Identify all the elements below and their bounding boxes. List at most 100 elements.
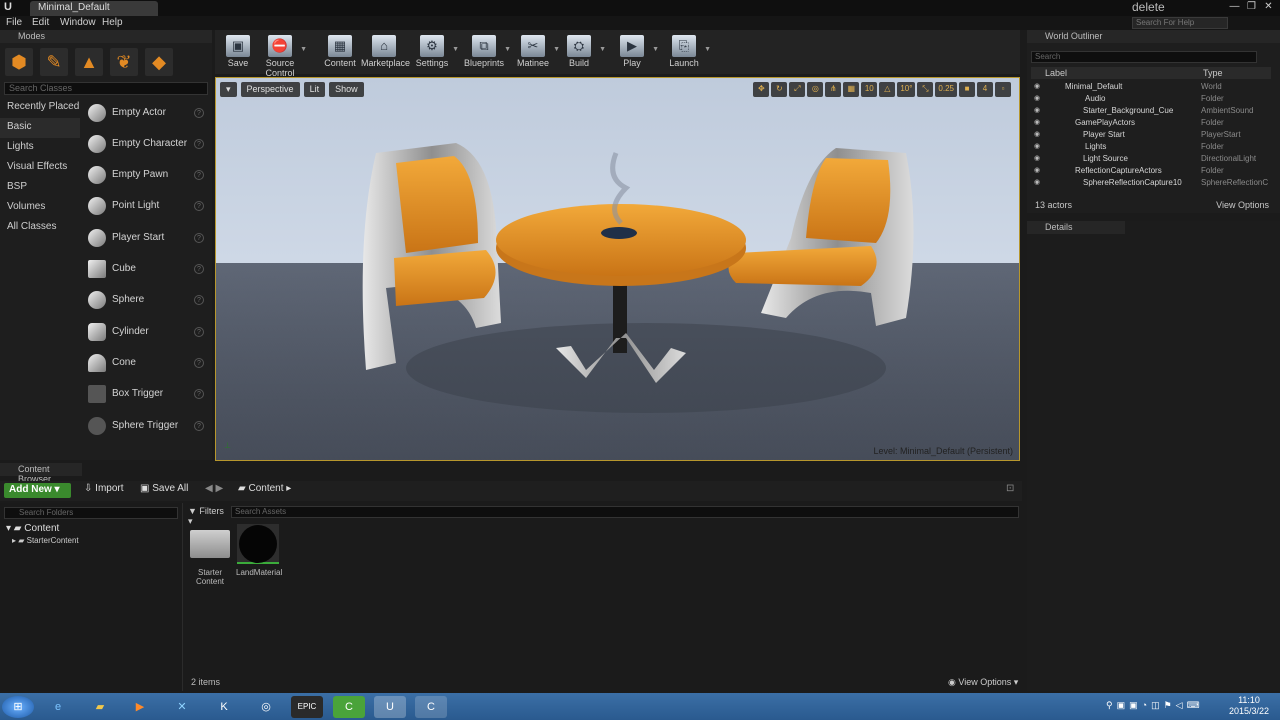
search-classes-input[interactable]: Search Classes xyxy=(4,82,208,95)
eye-icon[interactable]: ◉ xyxy=(1034,166,1040,174)
menu-edit[interactable]: Edit xyxy=(32,17,49,28)
import-button[interactable]: ⇩ Import xyxy=(84,483,124,498)
tray-app-icon[interactable]: ▣ xyxy=(1129,700,1138,711)
eye-icon[interactable]: ◉ xyxy=(1034,130,1040,138)
help-icon[interactable]: ? xyxy=(194,139,204,149)
category-recently-placed[interactable]: Recently Placed xyxy=(0,98,80,118)
help-search-input[interactable]: Search For Help xyxy=(1132,17,1228,29)
help-icon[interactable]: ? xyxy=(194,358,204,368)
category-all-classes[interactable]: All Classes xyxy=(0,218,80,238)
help-icon[interactable]: ? xyxy=(194,295,204,305)
outliner-view-options[interactable]: View Options xyxy=(1216,200,1269,210)
play-button[interactable]: ▶ Play ▼ xyxy=(609,30,655,74)
eye-icon[interactable]: ◉ xyxy=(1034,118,1040,126)
content-browser-title[interactable]: Content Browser xyxy=(0,463,82,476)
tray-app-icon[interactable]: ◔ xyxy=(1142,700,1147,711)
filters-button[interactable]: ▼ Filters ▾ xyxy=(188,506,228,518)
outliner-row[interactable]: ◉ Player Start PlayerStart xyxy=(1031,129,1271,141)
outliner-row[interactable]: ◉ ReflectionCaptureActors Folder xyxy=(1031,165,1271,177)
source-control-button[interactable]: ⛔ Source Control ▼ xyxy=(257,30,303,74)
tree-root-content[interactable]: ▾ ▰ Content xyxy=(6,523,59,534)
place-mode-icon[interactable]: ⬢ xyxy=(5,48,33,76)
ime-icon[interactable]: ⌨ xyxy=(1187,700,1200,711)
asset-tile[interactable]: Starter Content xyxy=(188,524,232,586)
epic-launcher-icon[interactable]: EPIC xyxy=(291,696,323,718)
help-icon[interactable]: ? xyxy=(194,264,204,274)
place-item-cylinder[interactable]: Cylinder? xyxy=(84,318,208,346)
lock-icon[interactable]: ⊡ xyxy=(1006,483,1014,498)
help-icon[interactable]: ? xyxy=(194,327,204,337)
viewport-menu-button[interactable]: ▾ xyxy=(220,82,237,97)
flag-icon[interactable]: ⚑ xyxy=(1164,700,1172,711)
rotation-snap-icon[interactable]: △ xyxy=(879,82,895,97)
tray-app-icon[interactable]: ▣ xyxy=(1117,700,1126,711)
paint-mode-icon[interactable]: ✎ xyxy=(40,48,68,76)
category-lights[interactable]: Lights xyxy=(0,138,80,158)
grid-snap-value[interactable]: 10 xyxy=(861,82,877,97)
surface-snap-icon[interactable]: ⋔ xyxy=(825,82,841,97)
ie-icon[interactable]: e xyxy=(42,696,74,718)
col-label[interactable]: Label xyxy=(1045,68,1067,78)
k-app-icon[interactable]: K xyxy=(208,696,240,718)
outliner-row[interactable]: ◉ Starter_Background_Cue AmbientSound xyxy=(1031,105,1271,117)
maximize-viewport-icon[interactable]: ▫ xyxy=(995,82,1011,97)
category-visual-effects[interactable]: Visual Effects xyxy=(0,158,80,178)
maximize-button[interactable]: ❐ xyxy=(1244,0,1259,13)
category-basic[interactable]: Basic xyxy=(0,118,80,138)
camera-speed-value[interactable]: 4 xyxy=(977,82,993,97)
path-breadcrumb[interactable]: ▰ Content ▸ xyxy=(238,483,291,498)
launch-button[interactable]: ⎘ Launch ▼ xyxy=(661,30,707,74)
xsplit-icon[interactable]: ✕ xyxy=(166,696,198,718)
geometry-mode-icon[interactable]: ◆ xyxy=(145,48,173,76)
eye-icon[interactable]: ◉ xyxy=(1034,154,1040,162)
world-local-icon[interactable]: ◎ xyxy=(807,82,823,97)
menu-help[interactable]: Help xyxy=(102,17,123,28)
menu-file[interactable]: File xyxy=(6,17,22,28)
outliner-row[interactable]: ◉ GamePlayActors Folder xyxy=(1031,117,1271,129)
outliner-row[interactable]: ◉ Lights Folder xyxy=(1031,141,1271,153)
place-item-sphere[interactable]: Sphere? xyxy=(84,286,208,314)
build-button[interactable]: ⛭ Build ▼ xyxy=(556,30,602,74)
lit-button[interactable]: Lit xyxy=(304,82,326,97)
landscape-mode-icon[interactable]: ▲ xyxy=(75,48,103,76)
eye-icon[interactable]: ◉ xyxy=(1034,82,1040,90)
minimize-button[interactable]: — xyxy=(1227,0,1242,13)
unreal-editor-icon[interactable]: U xyxy=(374,696,406,718)
search-assets-input[interactable]: Search Assets xyxy=(231,506,1019,518)
outliner-row[interactable]: ◉ SphereReflectionCapture10 SphereReflecti… xyxy=(1031,177,1271,189)
scale-icon[interactable]: ⤢ xyxy=(789,82,805,97)
outliner-row[interactable]: ◉ Minimal_Default World xyxy=(1031,81,1271,93)
place-item-cone[interactable]: Cone? xyxy=(84,349,208,377)
outliner-row[interactable]: ◉ Light Source DirectionalLight xyxy=(1031,153,1271,165)
eye-icon[interactable]: ◉ xyxy=(1034,94,1040,102)
scale-snap-value[interactable]: 0.25 xyxy=(935,82,957,97)
close-button[interactable]: ✕ xyxy=(1261,0,1276,13)
volume-icon[interactable]: ◁ xyxy=(1176,700,1183,711)
outliner-row[interactable]: ◉ Audio Folder xyxy=(1031,93,1271,105)
media-player-icon[interactable]: ▶ xyxy=(124,696,156,718)
start-orb-icon[interactable]: ⊞ xyxy=(2,696,34,718)
place-item-point-light[interactable]: Point Light? xyxy=(84,192,208,220)
scale-snap-icon[interactable]: ⤡ xyxy=(917,82,933,97)
content-button[interactable]: ▦ Content xyxy=(317,30,363,74)
place-item-empty-pawn[interactable]: Empty Pawn? xyxy=(84,161,208,189)
place-item-player-start[interactable]: Player Start? xyxy=(84,224,208,252)
place-item-cube[interactable]: Cube? xyxy=(84,255,208,283)
col-type[interactable]: Type xyxy=(1203,68,1223,78)
eye-icon[interactable]: ◉ xyxy=(1034,106,1040,114)
settings-button[interactable]: ⚙ Settings ▼ xyxy=(409,30,455,74)
perspective-button[interactable]: Perspective xyxy=(241,82,300,97)
help-icon[interactable]: ? xyxy=(194,389,204,399)
save-all-button[interactable]: ▣ Save All xyxy=(140,483,188,498)
add-new-button[interactable]: Add New ▾ xyxy=(4,483,71,498)
category-bsp[interactable]: BSP xyxy=(0,178,80,198)
explorer-icon[interactable]: ▰ xyxy=(84,696,116,718)
history-arrows-icon[interactable]: ◀ ▶ xyxy=(205,483,223,498)
search-icon[interactable]: ⚲ xyxy=(1106,700,1113,711)
save-button[interactable]: ▣ Save xyxy=(215,30,261,74)
marketplace-button[interactable]: ⌂ Marketplace xyxy=(361,30,407,74)
place-item-sphere-trigger[interactable]: Sphere Trigger? xyxy=(84,412,208,440)
help-icon[interactable]: ? xyxy=(194,233,204,243)
camera-speed-icon[interactable]: ■ xyxy=(959,82,975,97)
help-icon[interactable]: ? xyxy=(194,421,204,431)
